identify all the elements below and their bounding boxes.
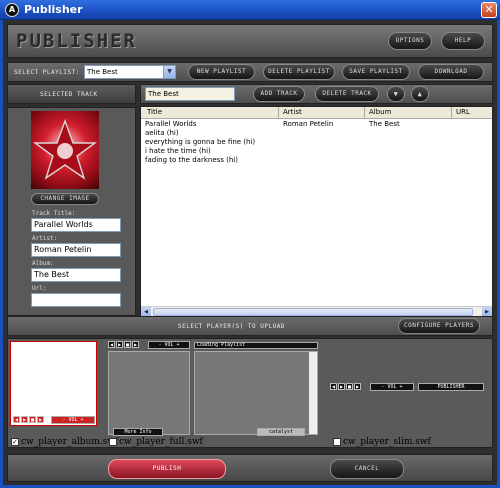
album-label: Album: bbox=[32, 260, 54, 267]
add-track-button[interactable]: ADD TRACK bbox=[253, 86, 305, 102]
artist-field[interactable]: Roman Petelin bbox=[31, 243, 121, 257]
table-row[interactable]: i hate the time (hi) bbox=[141, 147, 492, 156]
scrollbar-thumb[interactable] bbox=[153, 308, 473, 316]
more-info-button[interactable]: More Info bbox=[113, 428, 163, 436]
album-player-controls[interactable]: ◀ ▶ ■ ▶ bbox=[13, 416, 44, 423]
album-art-image bbox=[31, 111, 99, 189]
column-header-url[interactable]: URL bbox=[456, 108, 470, 116]
arrow-down-icon: ▼ bbox=[393, 90, 399, 98]
configure-players-button[interactable]: CONFIGURE PLAYERS bbox=[398, 318, 480, 334]
save-playlist-button[interactable]: SAVE PLAYLIST bbox=[342, 64, 410, 80]
move-down-button[interactable]: ▼ bbox=[387, 86, 405, 102]
arrow-up-icon: ▲ bbox=[417, 90, 423, 98]
playlist-select[interactable]: The Best ▼ bbox=[84, 65, 176, 79]
column-header-album[interactable]: Album bbox=[369, 108, 391, 116]
select-players-label: SELECT PLAYER(S) TO UPLOAD bbox=[178, 323, 285, 330]
table-row[interactable]: Parallel Worlds Roman Petelin The Best bbox=[141, 120, 492, 129]
delete-playlist-button[interactable]: DELETE PLAYLIST bbox=[263, 64, 335, 80]
url-field[interactable] bbox=[31, 293, 121, 307]
full-player-art: More Info bbox=[108, 351, 190, 436]
slim-player-controls[interactable]: ◀ ▶ ■ ▶ bbox=[330, 383, 361, 390]
horizontal-scrollbar[interactable]: ◀ ▶ bbox=[141, 306, 492, 317]
table-row[interactable]: fading to the darkness (hi) bbox=[141, 156, 492, 165]
slim-player-title: PUBLISHER bbox=[418, 383, 484, 391]
column-header-title[interactable]: Title bbox=[147, 108, 162, 116]
window-title: Publisher bbox=[24, 3, 83, 16]
star-icon bbox=[32, 118, 98, 180]
players-bar: SELECT PLAYER(S) TO UPLOAD CONFIGURE PLA… bbox=[7, 316, 493, 336]
chevron-down-icon[interactable]: ▼ bbox=[163, 66, 175, 78]
track-table: Title Artist Album URL Parallel Worlds R… bbox=[140, 106, 493, 317]
close-button[interactable]: ✕ bbox=[481, 2, 497, 18]
slim-player-volume[interactable]: - VOL + bbox=[370, 383, 414, 391]
list-scrollbar[interactable] bbox=[309, 352, 317, 434]
album-player-preview[interactable]: ◀ ▶ ■ ▶ - VOL + bbox=[10, 341, 97, 426]
app-icon: A bbox=[5, 3, 19, 17]
artist-label: Artist: bbox=[32, 235, 58, 242]
selected-track-label: SELECTED TRACK bbox=[40, 91, 98, 98]
full-player-controls[interactable]: ◀ ▶ ■ ▶ bbox=[108, 341, 139, 348]
cancel-button[interactable]: CANCEL bbox=[330, 459, 404, 479]
header-bar: PUBLISHER OPTIONS HELP bbox=[7, 24, 493, 58]
footer-bar: PUBLISH CANCEL bbox=[7, 454, 493, 482]
player-name: cw_player_album.swf bbox=[21, 437, 119, 447]
full-player-preview[interactable]: ◀ ▶ ■ ▶ - VOL + More Info Loading Playlist … bbox=[108, 341, 318, 437]
track-title-field[interactable]: Parallel Worlds bbox=[31, 218, 121, 232]
player-name: cw_player_full.swf bbox=[119, 437, 203, 447]
checkbox-checked-icon[interactable]: ✓ bbox=[11, 438, 19, 446]
cell-title: Parallel Worlds bbox=[145, 120, 197, 128]
table-header: Title Artist Album URL bbox=[141, 107, 492, 119]
change-image-button[interactable]: CHANGE IMAGE bbox=[31, 193, 99, 205]
player-checkbox-album[interactable]: ✓ cw_player_album.swf bbox=[11, 437, 118, 447]
cell-artist: Roman Petelin bbox=[283, 120, 334, 128]
table-row[interactable]: everything is gonna be fine (hi) bbox=[141, 138, 492, 147]
options-button[interactable]: OPTIONS bbox=[388, 32, 432, 50]
select-playlist-label: SELECT PLAYLIST: bbox=[14, 69, 80, 76]
player-name: cw_player_slim.swf bbox=[343, 437, 431, 447]
player-previews: ◀ ▶ ■ ▶ - VOL + ◀ ▶ ■ ▶ - VOL + More Info Load… bbox=[7, 338, 493, 448]
cell-title: aelita (hi) bbox=[145, 129, 179, 137]
playlist-select-value: The Best bbox=[87, 68, 118, 76]
loading-playlist-text: Loading Playlist bbox=[194, 342, 318, 349]
full-player-volume[interactable]: - VOL + bbox=[148, 341, 190, 349]
checkbox-icon[interactable] bbox=[333, 438, 341, 446]
new-playlist-button[interactable]: NEW PLAYLIST bbox=[188, 64, 255, 80]
catalog-text: catalyst bbox=[257, 428, 305, 436]
table-row[interactable]: aelita (hi) bbox=[141, 129, 492, 138]
download-button[interactable]: DOWNLOAD bbox=[418, 64, 484, 80]
album-player-volume[interactable]: - VOL + bbox=[51, 416, 95, 424]
checkbox-icon[interactable] bbox=[109, 438, 117, 446]
window-title-bar: A Publisher ✕ bbox=[0, 0, 500, 20]
track-details-panel: CHANGE IMAGE Track Title: Parallel World… bbox=[7, 107, 136, 316]
url-label: Url: bbox=[32, 285, 47, 292]
cell-title: everything is gonna be fine (hi) bbox=[145, 138, 256, 146]
full-player-list: catalyst bbox=[194, 351, 318, 436]
main-window: PUBLISHER OPTIONS HELP SELECT PLAYLIST: … bbox=[0, 20, 500, 488]
publish-button[interactable]: PUBLISH bbox=[108, 459, 226, 479]
playlist-name-field[interactable]: The Best bbox=[145, 87, 235, 101]
player-checkbox-full[interactable]: cw_player_full.swf bbox=[109, 437, 203, 447]
playlist-bar: SELECT PLAYLIST: The Best ▼ NEW PLAYLIST… bbox=[7, 62, 493, 82]
help-button[interactable]: HELP bbox=[441, 32, 485, 50]
album-field[interactable]: The Best bbox=[31, 268, 121, 282]
delete-track-button[interactable]: DELETE TRACK bbox=[315, 86, 379, 102]
cell-album: The Best bbox=[369, 120, 400, 128]
slim-player-preview[interactable]: ◀ ▶ ■ ▶ - VOL + PUBLISHER bbox=[330, 383, 490, 393]
app-logo: PUBLISHER bbox=[16, 30, 137, 52]
cell-title: i hate the time (hi) bbox=[145, 147, 211, 155]
selected-track-header: SELECTED TRACK bbox=[7, 84, 136, 104]
cell-title: fading to the darkness (hi) bbox=[145, 156, 238, 164]
track-title-label: Track Title: bbox=[32, 210, 76, 217]
move-up-button[interactable]: ▲ bbox=[411, 86, 429, 102]
column-header-artist[interactable]: Artist bbox=[283, 108, 302, 116]
player-checkbox-slim[interactable]: cw_player_slim.swf bbox=[333, 437, 431, 447]
track-toolbar: The Best ADD TRACK DELETE TRACK ▼ ▲ bbox=[140, 84, 493, 104]
